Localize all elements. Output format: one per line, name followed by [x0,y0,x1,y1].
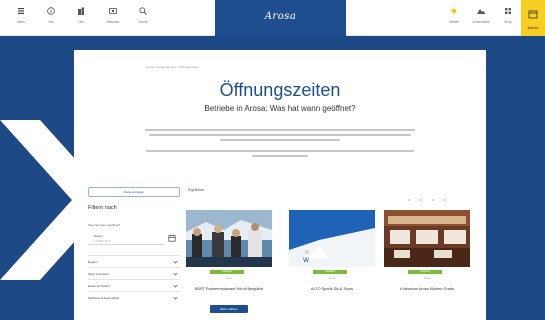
search-icon [139,7,147,15]
nav-live-label: Live [78,20,84,24]
card-title[interactable]: Kulinarium Arosa Kitchen Grabs [384,286,470,292]
nav-info-label: Info [48,20,54,24]
chevron-down-icon [173,295,178,300]
filter-wellness[interactable]: Wellness & Gesundheit [88,291,180,303]
nav-lenzerheide-label: Lenzerheide [472,20,490,24]
filter-food-label: Essen & Trinken [88,284,110,288]
filter-sport-label: Sport & Freizeit [88,272,109,276]
breadcrumb[interactable]: Home › Ferienplanung › Öffnungszeiten [146,65,199,69]
card-title[interactable]: ALTO Sports Ski & Snow [289,286,375,292]
booking-label: Buchen [527,26,539,30]
show-map-button[interactable]: Karte anzeigen [88,187,180,197]
chevron-down-icon [173,271,178,276]
card-location: Arosa [225,277,233,280]
brand-logo: Arosa [264,11,297,22]
menu-icon [18,8,24,14]
date-field[interactable]: Datum TT.MM.JJJJ [88,231,164,245]
nav-search[interactable]: Suche [132,6,154,24]
calendar-icon [528,10,538,19]
nav-shop[interactable]: Shop [497,6,519,24]
nav-live[interactable]: Live [70,6,92,24]
card-title[interactable]: BÄRT Partnerrestaurant Hörnli Bergfahrt [186,286,272,292]
nav-info[interactable]: Info [40,6,62,24]
card-image-restaurant [186,210,272,267]
calendar-icon[interactable] [168,234,176,242]
status-badge: Geöffnet [313,270,347,274]
intro-paragraph-2 [142,150,418,160]
nav-shop-label: Shop [504,20,512,24]
filter-region[interactable]: Region [88,255,180,267]
filter-wellness-label: Wellness & Gesundheit [88,296,120,300]
results-label: Ergebnisse [188,188,204,192]
buildings-icon [78,7,84,15]
date-field-label: Datum [94,234,103,238]
nav-search-label: Suche [138,20,148,24]
date-field-placeholder: TT.MM.JJJJ [94,239,110,243]
filter-sport[interactable]: Sport & Freizeit [88,267,180,279]
brand-logo-area[interactable]: Arosa [215,0,346,36]
nav-weather-label: Wetter [449,20,459,24]
top-nav-bar: Menu Info Live Webcam Suche Arosa Wetter [0,0,545,36]
filter-region-label: Region [88,260,98,264]
webcam-icon [109,8,117,14]
mountain-icon [477,9,486,14]
booking-button[interactable]: Buchen [521,0,545,36]
status-badge: Geöffnet [210,270,244,274]
page-subtitle: Betriebe in Arosa: Was hat wann geöffnet… [204,104,356,113]
sun-icon [449,6,459,16]
intro-paragraph [142,129,418,144]
card-image-ski-shop: W [289,210,375,267]
status-badge: Geöffnet [408,270,442,274]
nav-webcam-label: Webcam [106,20,120,24]
main-content: Home › Ferienplanung › Öffnungszeiten Öf… [74,50,486,320]
filter-food[interactable]: Essen & Trinken [88,279,180,291]
svg-text:W: W [303,257,309,264]
info-icon [47,7,55,15]
nav-webcam[interactable]: Webcam [102,6,124,24]
card-location: Arosa [423,277,431,280]
date-section-label: Was hat wann geöffnet? [88,223,121,227]
card-more-button[interactable]: Mehr erfahren [210,305,248,313]
nav-menu[interactable]: Menu [10,6,32,24]
grid-icon [505,8,511,14]
carousel-dots[interactable] [408,188,456,206]
nav-menu-label: Menu [17,20,25,24]
filter-title: Filtern nach [88,205,117,211]
nav-lenzerheide[interactable]: Lenzerheide [470,6,492,24]
chevron-down-icon [173,259,178,264]
page-title: Öffnungszeiten [219,80,341,100]
card-image-restaurant-interior [384,210,470,267]
nav-weather[interactable]: Wetter [443,6,465,24]
card-location: Arosa [328,277,336,280]
chevron-down-icon [173,283,178,288]
